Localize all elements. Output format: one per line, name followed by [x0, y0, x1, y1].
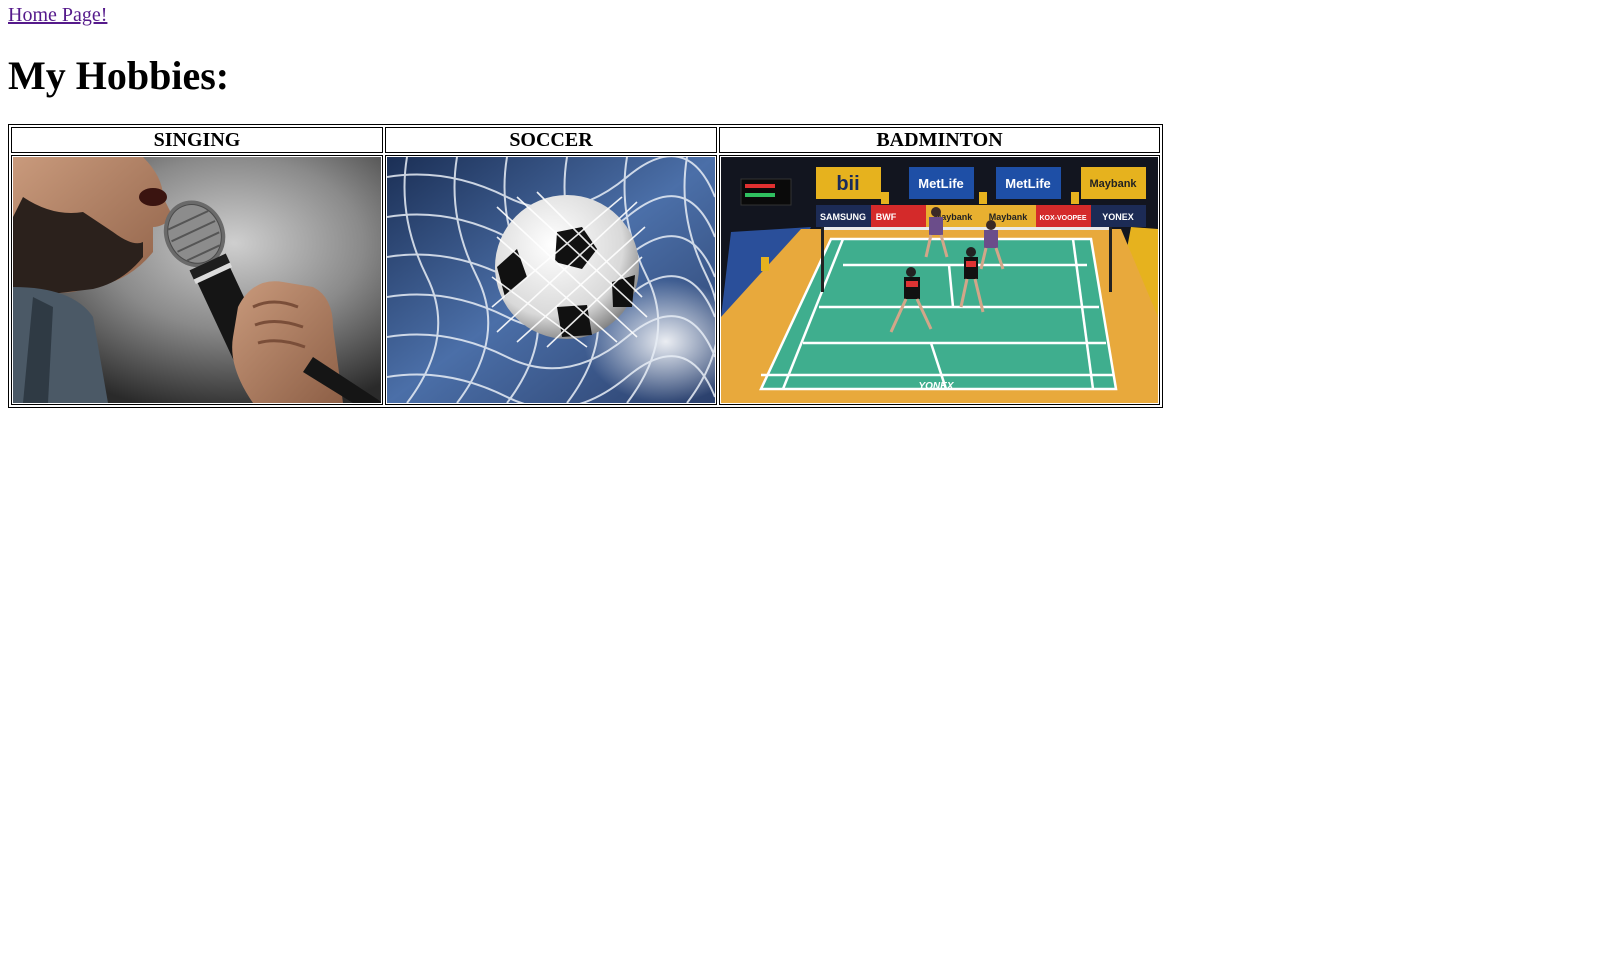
page: Home Page! My Hobbies: SINGING SOCCER BA…	[0, 0, 1603, 408]
banner-text: MetLife	[1005, 176, 1051, 191]
home-page-link[interactable]: Home Page!	[8, 4, 107, 26]
banner-text: KOX-VOOPEE	[1039, 215, 1086, 222]
banner-text: YONEX	[1102, 212, 1134, 222]
banner-text: bii	[836, 173, 859, 195]
court-logo: YONEX	[918, 381, 954, 392]
banner-text: MetLife	[918, 176, 964, 191]
cell-singing	[11, 155, 383, 405]
page-title: My Hobbies:	[8, 53, 230, 98]
header-badminton: BADMINTON	[719, 127, 1160, 153]
hobbies-table: SINGING SOCCER BADMINTON bii MetLife Met…	[8, 124, 1163, 408]
banner-text: BWF	[876, 212, 897, 222]
banner-text: SAMSUNG	[820, 212, 866, 222]
cell-badminton: bii MetLife MetLife Maybank SAMSUNG BWF …	[719, 155, 1160, 405]
header-singing: SINGING	[11, 127, 383, 153]
header-soccer: SOCCER	[385, 127, 717, 153]
table-image-row: bii MetLife MetLife Maybank SAMSUNG BWF …	[11, 155, 1160, 405]
cell-soccer	[385, 155, 717, 405]
soccer-photo	[387, 157, 715, 403]
singing-photo	[13, 157, 381, 403]
banner-text: Maybank	[1089, 178, 1137, 190]
badminton-photo: bii MetLife MetLife Maybank SAMSUNG BWF …	[721, 157, 1158, 403]
banner-text: Maybank	[989, 212, 1029, 222]
table-header-row: SINGING SOCCER BADMINTON	[11, 127, 1160, 153]
